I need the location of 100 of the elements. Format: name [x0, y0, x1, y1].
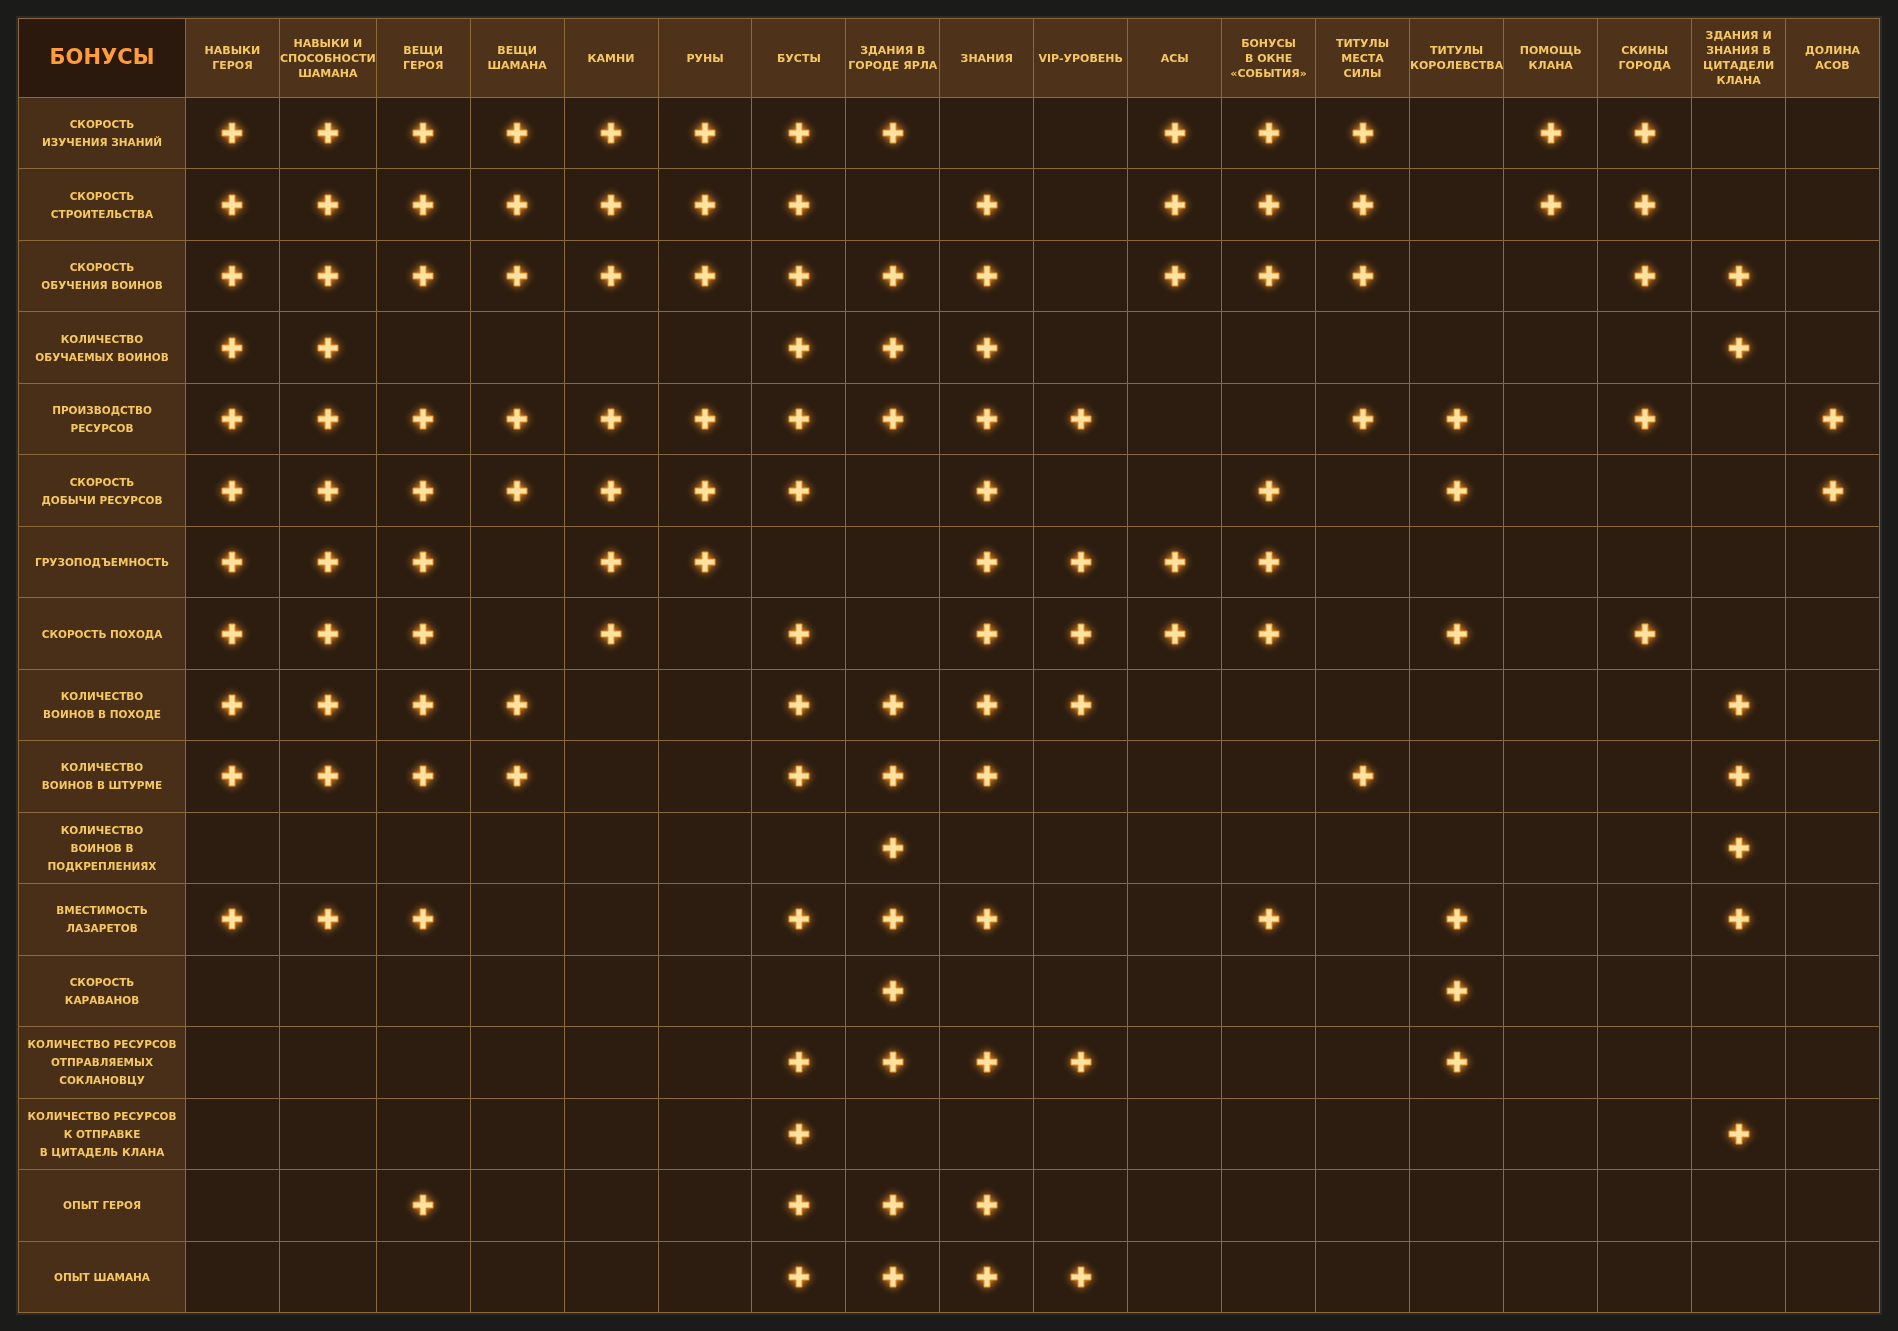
plus-icon: [881, 122, 904, 145]
plus-icon: [1351, 765, 1374, 788]
plus-icon: [1069, 694, 1092, 716]
plus-icon: [1163, 122, 1186, 145]
row-header: СКОРОСТЬ ОБУЧЕНИЯ ВОИНОВ: [19, 240, 185, 312]
plus-icon: [506, 694, 529, 716]
plus-icon: [316, 408, 339, 431]
plus-icon: [1727, 836, 1750, 859]
row-header: СКОРОСТЬ КАРАВАНОВ: [19, 955, 185, 1027]
plus-icon: [1445, 979, 1468, 1002]
plus-icon: [1351, 193, 1374, 216]
row-header: КОЛИЧЕСТВО РЕСУРСОВ К ОТПРАВКЕ В ЦИТАДЕЛЬ КЛАНА: [19, 1098, 185, 1170]
plus-icon: [975, 336, 998, 359]
plus-icon: [316, 551, 339, 574]
plus-icon: [506, 408, 529, 431]
row-header: ГРУЗОПОДЪЕМНОСТЬ: [19, 526, 185, 598]
plus-icon: [694, 193, 716, 216]
plus-icon: [1727, 265, 1750, 288]
plus-icon: [975, 193, 998, 216]
plus-icon: [881, 908, 904, 931]
plus-icon: [975, 265, 998, 288]
plus-icon: [600, 122, 623, 145]
plus-icon: [316, 479, 339, 502]
plus-icon: [412, 551, 435, 574]
plus-icon: [975, 551, 998, 574]
row-header: СКОРОСТЬ СТРОИТЕЛЬСТВА: [19, 169, 185, 240]
plus-icon: [1257, 265, 1280, 288]
plus-icon: [412, 193, 435, 216]
plus-icon: [221, 193, 244, 216]
plus-icon: [975, 408, 998, 431]
plus-icon: [1163, 193, 1186, 216]
plus-icon: [1351, 408, 1374, 431]
plus-icon: [787, 408, 810, 431]
row-header: КОЛИЧЕСТВО ОБУЧАЕМЫХ ВОИНОВ: [19, 312, 185, 383]
plus-icon: [1069, 1051, 1092, 1074]
row-header: СКОРОСТЬ ИЗУЧЕНИЯ ЗНАНИЙ: [19, 98, 185, 169]
plus-icon: [1445, 479, 1468, 502]
plus-icon: [1633, 408, 1656, 431]
plus-icon: [787, 336, 810, 359]
plus-icon: [600, 265, 623, 288]
plus-icon: [1351, 122, 1374, 145]
plus-icon: [412, 694, 435, 716]
plus-icon: [221, 122, 244, 145]
plus-icon: [1539, 122, 1562, 145]
column-header: ВЕЩИ ШАМАНА: [470, 19, 564, 97]
plus-icon: [787, 765, 810, 788]
plus-icon: [787, 265, 810, 288]
plus-icon: [506, 479, 529, 502]
plus-icon: [412, 265, 435, 288]
plus-icon: [1727, 336, 1750, 359]
plus-icon: [787, 193, 810, 216]
plus-icon: [506, 122, 529, 145]
plus-icon: [316, 622, 339, 645]
plus-icon: [694, 551, 716, 574]
plus-icon: [881, 765, 904, 788]
column-header: VIP-УРОВЕНЬ: [1034, 19, 1128, 97]
plus-icon: [881, 836, 904, 859]
plus-icon: [694, 122, 716, 145]
plus-icon: [1069, 408, 1092, 431]
plus-icon: [1069, 551, 1092, 574]
plus-icon: [1633, 193, 1656, 216]
plus-icon: [316, 122, 339, 145]
plus-icon: [600, 551, 623, 574]
plus-icon: [1069, 1265, 1092, 1288]
plus-icon: [694, 265, 716, 288]
plus-icon: [506, 765, 529, 788]
plus-icon: [221, 908, 244, 931]
plus-icon: [221, 408, 244, 431]
column-header: ЗДАНИЯ В ГОРОДЕ ЯРЛА: [846, 19, 940, 97]
plus-icon: [1821, 408, 1844, 431]
plus-icon: [1069, 622, 1092, 645]
plus-icon: [412, 622, 435, 645]
column-header: ДОЛИНА АСОВ: [1786, 19, 1879, 97]
column-header: ПОМОЩЬ КЛАНА: [1504, 19, 1598, 97]
plus-icon: [1257, 193, 1280, 216]
plus-icon: [1445, 1051, 1468, 1074]
plus-icon: [412, 479, 435, 502]
column-header: БУСТЫ: [752, 19, 846, 97]
row-header: ВМЕСТИМОСТЬ ЛАЗАРЕТОВ: [19, 884, 185, 955]
row-header: ОПЫТ ШАМАНА: [19, 1241, 185, 1312]
plus-icon: [1821, 479, 1844, 502]
column-header: БОНУСЫ В ОКНЕ «СОБЫТИЯ»: [1222, 19, 1316, 97]
plus-icon: [316, 265, 339, 288]
plus-icon: [600, 193, 623, 216]
plus-icon: [1539, 193, 1562, 216]
plus-icon: [975, 765, 998, 788]
plus-icon: [881, 336, 904, 359]
plus-icon: [694, 479, 716, 502]
plus-icon: [221, 622, 244, 645]
row-header: ОПЫТ ГЕРОЯ: [19, 1170, 185, 1241]
column-header: ЗДАНИЯ И ЗНАНИЯ В ЦИТАДЕЛИ КЛАНА: [1692, 19, 1786, 97]
plus-icon: [316, 193, 339, 216]
plus-icon: [975, 622, 998, 645]
plus-icon: [787, 1051, 810, 1074]
plus-icon: [1445, 408, 1468, 431]
plus-icon: [1727, 908, 1750, 931]
plus-icon: [975, 1051, 998, 1074]
column-header: РУНЫ: [658, 19, 752, 97]
plus-icon: [1257, 122, 1280, 145]
plus-icon: [1727, 765, 1750, 788]
